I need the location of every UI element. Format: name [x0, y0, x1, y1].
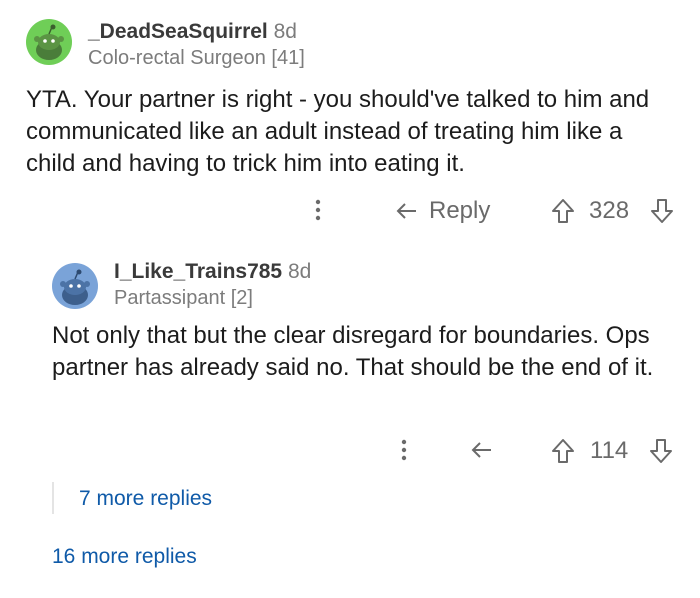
downvote-icon[interactable] [650, 198, 674, 224]
avatar[interactable] [52, 263, 98, 309]
more-replies-link[interactable]: 16 more replies [52, 545, 197, 569]
snoo-icon [34, 24, 64, 60]
reply-label: Reply [429, 197, 491, 224]
comment-age: 8d [273, 20, 297, 43]
reply-button[interactable]: Reply [395, 196, 490, 226]
comment-username[interactable]: _DeadSeaSquirrel [88, 20, 268, 43]
snoo-icon [60, 269, 90, 305]
vote-score: 114 [590, 437, 629, 464]
more-options-icon[interactable] [315, 198, 321, 222]
more-options-icon[interactable] [401, 438, 407, 462]
user-flair: Partassipant [2] [114, 287, 253, 309]
user-flair: Colo-rectal Surgeon [41] [88, 47, 305, 69]
upvote-icon[interactable] [551, 438, 575, 464]
reply-icon[interactable] [470, 440, 494, 460]
avatar[interactable] [26, 19, 72, 65]
vote-score: 328 [589, 197, 630, 224]
reply-icon [396, 203, 416, 219]
comment-age: 8d [287, 260, 312, 283]
comment-body: YTA. Your partner is right - you should'… [26, 86, 650, 177]
downvote-icon[interactable] [649, 438, 673, 464]
upvote-icon[interactable] [551, 198, 575, 224]
comment-body: Not only that but the clear disregard fo… [52, 322, 654, 381]
more-replies-link[interactable]: 7 more replies [79, 487, 212, 511]
thread-line[interactable] [52, 482, 54, 514]
comment-username[interactable]: I_Like_Trains785 [114, 260, 282, 283]
